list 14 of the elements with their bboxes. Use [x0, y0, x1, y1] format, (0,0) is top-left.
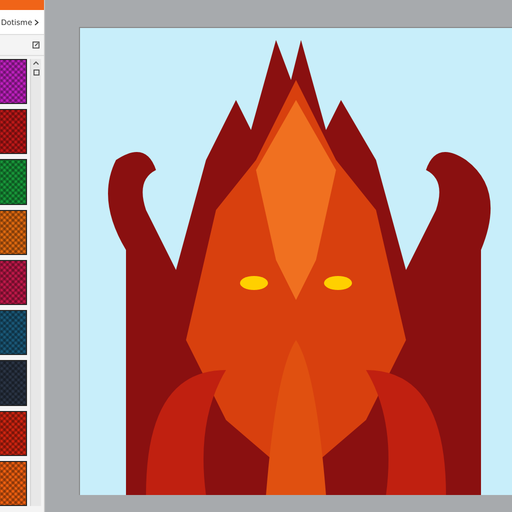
chevron-right-icon[interactable] [34, 18, 40, 26]
panel-header-bar [0, 0, 44, 10]
texture-swatch[interactable] [0, 460, 27, 506]
texture-swatch[interactable] [0, 159, 27, 205]
export-icon[interactable] [32, 41, 40, 49]
texture-swatch[interactable] [0, 59, 27, 104]
texture-swatch[interactable] [0, 360, 27, 406]
caret-up-icon[interactable] [33, 61, 39, 65]
texture-swatch[interactable] [0, 260, 27, 306]
texture-swatch[interactable] [0, 210, 27, 255]
copy-icon[interactable] [32, 69, 40, 76]
texture-swatch[interactable] [0, 109, 27, 154]
texture-swatch[interactable] [0, 310, 27, 356]
texture-swatch[interactable] [0, 410, 27, 456]
